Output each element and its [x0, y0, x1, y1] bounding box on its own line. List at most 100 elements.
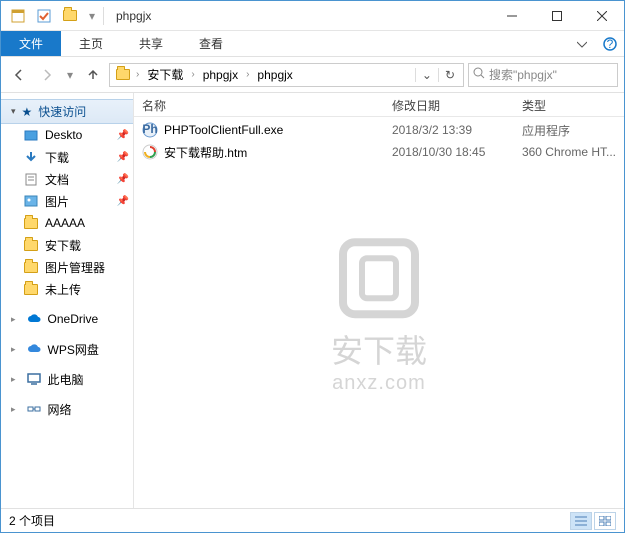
- item-icon: [23, 193, 39, 209]
- breadcrumb-item[interactable]: phpgjx: [251, 64, 298, 86]
- sidebar-item[interactable]: Deskto 📌: [1, 124, 133, 146]
- sidebar-item[interactable]: 安下载: [1, 234, 133, 256]
- qat-dropdown-icon[interactable]: ▾: [85, 5, 99, 27]
- expand-icon: ▸: [11, 344, 16, 355]
- window-title: phpgjx: [116, 9, 151, 23]
- breadcrumb-item[interactable]: 安下载: [141, 64, 189, 86]
- ribbon-tabs: 文件 主页 共享 查看 ?: [1, 31, 624, 57]
- svg-text:?: ?: [607, 37, 614, 51]
- column-date[interactable]: 修改日期: [384, 93, 514, 116]
- item-label: WPS网盘: [48, 341, 99, 358]
- item-label: AAAAA: [45, 216, 85, 230]
- sidebar-item-net[interactable]: ▸ 网络: [1, 398, 133, 420]
- sidebar-item[interactable]: AAAAA: [1, 212, 133, 234]
- chevron-right-icon[interactable]: ›: [134, 69, 141, 80]
- tab-home[interactable]: 主页: [61, 31, 121, 56]
- pc-icon: [26, 371, 42, 387]
- folder-icon: [114, 66, 132, 84]
- net-icon: [26, 401, 42, 417]
- pin-icon: 📌: [117, 196, 129, 207]
- pin-icon: 📌: [117, 174, 129, 185]
- sidebar-item[interactable]: 图片 📌: [1, 190, 133, 212]
- star-icon: ★: [22, 105, 33, 119]
- file-row[interactable]: Ph PHPToolClientFull.exe 2018/3/2 13:39应用程…: [134, 119, 624, 141]
- search-placeholder: 搜索"phpgjx": [489, 66, 557, 83]
- watermark-text: 安下载: [331, 326, 427, 372]
- column-headers: 名称 修改日期 类型: [134, 93, 624, 117]
- ribbon-expand-icon[interactable]: [568, 31, 596, 56]
- item-label: 未上传: [45, 281, 81, 298]
- qat-check-icon[interactable]: [33, 5, 55, 27]
- breadcrumb[interactable]: › 安下载 › phpgjx › phpgjx ⌄ ↻: [109, 63, 464, 87]
- item-label: 下载: [45, 149, 69, 166]
- tab-share[interactable]: 共享: [121, 31, 181, 56]
- file-icon: Ph: [142, 122, 158, 138]
- item-icon: [23, 171, 39, 187]
- expand-icon: ▸: [11, 314, 16, 325]
- pin-icon: 📌: [117, 130, 129, 141]
- status-text: 2 个项目: [9, 512, 55, 529]
- view-large-button[interactable]: [594, 512, 616, 530]
- item-label: OneDrive: [48, 312, 99, 326]
- close-button[interactable]: [579, 2, 624, 30]
- item-label: 图片管理器: [45, 259, 105, 276]
- file-date: 2018/10/30 18:45: [384, 145, 514, 159]
- file-row[interactable]: 安下载帮助.htm2018/10/30 18:45360 Chrome HT..…: [134, 141, 624, 163]
- tab-view[interactable]: 查看: [181, 31, 241, 56]
- chevron-right-icon[interactable]: ›: [244, 69, 251, 80]
- item-label: 文档: [45, 171, 69, 188]
- chevron-right-icon[interactable]: ›: [189, 69, 196, 80]
- cloud-icon: [26, 311, 42, 327]
- search-input[interactable]: 搜索"phpgjx": [468, 63, 618, 87]
- item-label: 图片: [45, 193, 69, 210]
- recent-dropdown-icon[interactable]: ▾: [63, 63, 77, 87]
- expand-icon: ▸: [11, 404, 16, 415]
- tab-file[interactable]: 文件: [1, 31, 61, 56]
- file-name: PHPToolClientFull.exe: [164, 123, 283, 137]
- search-icon: [473, 67, 485, 82]
- sidebar-label: 快速访问: [38, 103, 86, 120]
- svg-text:Ph: Ph: [142, 122, 157, 136]
- shield-icon: [339, 238, 419, 318]
- file-type: 应用程序: [514, 122, 624, 139]
- breadcrumb-item[interactable]: phpgjx: [197, 64, 244, 86]
- cloud-icon: [26, 341, 42, 357]
- sidebar-item[interactable]: 未上传: [1, 278, 133, 300]
- qat-properties-icon[interactable]: [7, 5, 29, 27]
- refresh-icon[interactable]: ↻: [438, 68, 461, 82]
- sidebar-item-cloud[interactable]: ▸ OneDrive: [1, 308, 133, 330]
- item-label: 网络: [48, 401, 72, 418]
- minimize-button[interactable]: [489, 2, 534, 30]
- status-bar: 2 个项目: [1, 508, 624, 532]
- file-date: 2018/3/2 13:39: [384, 123, 514, 137]
- sidebar-item[interactable]: 下载 📌: [1, 146, 133, 168]
- item-icon: [23, 127, 39, 143]
- pin-icon: 📌: [117, 152, 129, 163]
- sidebar-item[interactable]: 文档 📌: [1, 168, 133, 190]
- item-icon: [23, 149, 39, 165]
- column-type[interactable]: 类型: [514, 93, 624, 116]
- file-list: 名称 修改日期 类型 Ph PHPToolClientFull.exe 2018/3…: [134, 93, 624, 508]
- help-icon[interactable]: ?: [596, 31, 624, 56]
- column-name[interactable]: 名称: [134, 93, 384, 116]
- up-button[interactable]: [81, 63, 105, 87]
- expand-icon: ▸: [11, 374, 16, 385]
- view-details-button[interactable]: [570, 512, 592, 530]
- file-type: 360 Chrome HT...: [514, 145, 624, 159]
- sidebar-item-pc[interactable]: ▸ 此电脑: [1, 368, 133, 390]
- maximize-button[interactable]: [534, 2, 579, 30]
- navigation-bar: ▾ › 安下载 › phpgjx › phpgjx ⌄ ↻ 搜索"phpgjx": [1, 57, 624, 93]
- breadcrumb-dropdown-icon[interactable]: ⌄: [415, 68, 438, 82]
- sidebar-item-cloud[interactable]: ▸ WPS网盘: [1, 338, 133, 360]
- back-button[interactable]: [7, 63, 31, 87]
- forward-button[interactable]: [35, 63, 59, 87]
- item-label: 安下载: [45, 237, 81, 254]
- watermark: 安下载 anxz.com: [331, 238, 427, 395]
- folder-icon[interactable]: [59, 5, 81, 27]
- sidebar-quick-access[interactable]: ▾ ★ 快速访问: [1, 99, 133, 124]
- item-label: Deskto: [45, 128, 82, 142]
- file-icon: [142, 144, 158, 160]
- title-bar: ▾ phpgjx: [1, 1, 624, 31]
- sidebar-item[interactable]: 图片管理器: [1, 256, 133, 278]
- item-label: 此电脑: [48, 371, 84, 388]
